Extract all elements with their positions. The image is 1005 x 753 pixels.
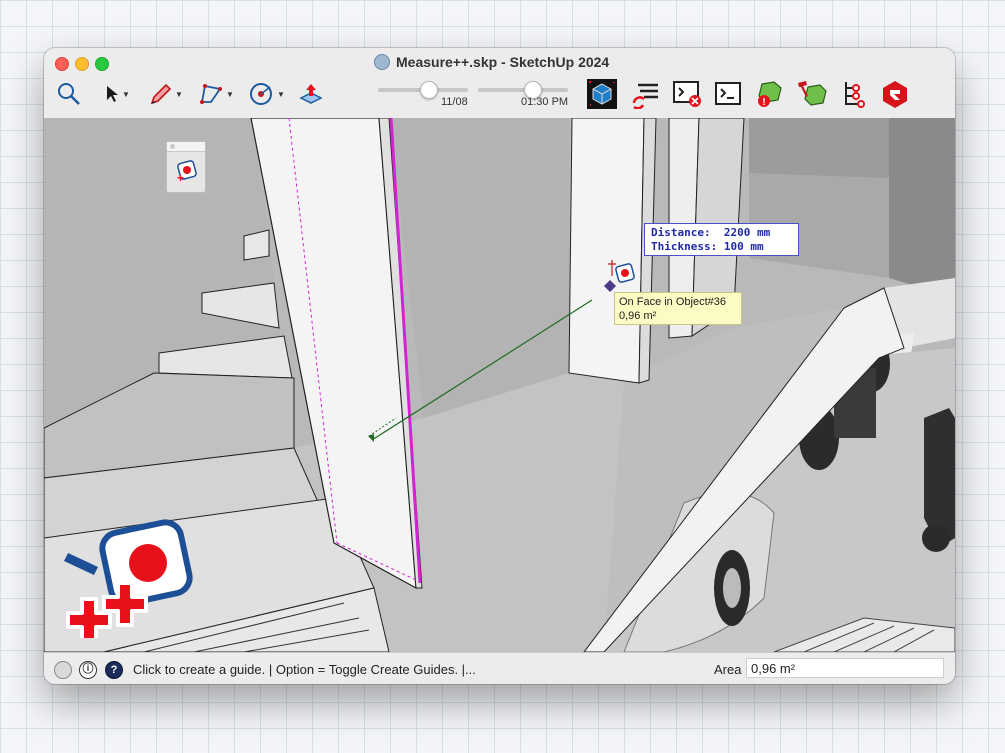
status-message: Click to create a guide. | Option = Togg… <box>133 662 476 677</box>
measure-tool-icon[interactable]: + <box>167 152 203 190</box>
close-icon[interactable] <box>170 144 175 149</box>
geo-location-icon[interactable] <box>54 661 72 679</box>
chevron-down-icon: ▼ <box>122 89 130 99</box>
window-title-group: Measure++.skp - SketchUp 2024 <box>374 52 609 72</box>
magnifier-icon <box>58 83 80 105</box>
arc-icon <box>200 84 223 104</box>
select-tool-button[interactable]: ▼ <box>99 78 135 110</box>
push-pull-icon <box>299 84 323 104</box>
pencil-icon <box>150 83 172 105</box>
tool-palette[interactable]: + <box>166 141 206 193</box>
pencil-tool-button[interactable]: ▼ <box>147 78 185 110</box>
hammer-cube-icon <box>798 81 827 106</box>
tree-nodes-button[interactable] <box>836 78 870 110</box>
chevron-down-icon: ▼ <box>175 89 183 99</box>
tooltip-line-1: On Face in Object#36 <box>619 296 727 308</box>
window-title: Measure++.skp - SketchUp 2024 <box>396 54 610 70</box>
search-tool-button[interactable] <box>54 78 84 110</box>
thickness-value: 100 mm <box>723 240 764 253</box>
ruby-gem-icon <box>883 81 907 108</box>
help-icon[interactable]: ? <box>105 661 123 679</box>
3d-cube-button[interactable] <box>585 78 619 110</box>
ruby-gem-button[interactable] <box>878 78 912 110</box>
thickness-label: Thickness: <box>651 240 718 253</box>
target-icon <box>250 83 273 105</box>
minimize-window-button[interactable] <box>75 57 89 71</box>
area-label: Area <box>714 662 742 677</box>
model-viewport[interactable]: + Distance: 2200 mm Thickness: 100 mm On… <box>44 118 955 652</box>
title-bar: Measure++.skp - SketchUp 2024 ▼ ▼ ▼ ▼ 11… <box>44 48 955 118</box>
cube-warning-button[interactable]: ! <box>752 78 786 110</box>
ruby-console-button[interactable] <box>711 78 745 110</box>
console-error-icon <box>673 81 701 107</box>
measure-plus-plus-logo <box>64 519 193 638</box>
3d-cube-icon <box>587 79 617 109</box>
tool-palette-titlebar[interactable] <box>167 142 205 152</box>
date-slider-label: 11/08 <box>441 96 468 108</box>
console-error-button[interactable] <box>670 78 704 110</box>
zoom-window-button[interactable] <box>95 57 109 71</box>
document-icon <box>374 54 390 70</box>
tooltip-line-2: 0,96 m² <box>619 310 657 322</box>
close-window-button[interactable] <box>55 57 69 71</box>
hammer-cube-button[interactable] <box>794 78 830 110</box>
distance-value: 2200 mm <box>723 226 771 239</box>
cube-warning-icon: ! <box>758 81 782 108</box>
chevron-down-icon: ▼ <box>277 89 285 99</box>
measurements-box[interactable]: 0,96 m² <box>746 658 944 678</box>
layers-refresh-icon <box>632 83 658 109</box>
time-slider-label: 01:30 PM <box>521 96 569 108</box>
arrow-cursor-icon <box>107 86 119 102</box>
date-slider-knob[interactable] <box>419 81 438 99</box>
measurement-readout: Distance: 2200 mm Thickness: 100 mm <box>644 223 799 256</box>
status-bar: ⓘ ? Click to create a guide. | Option = … <box>44 652 955 684</box>
tree-nodes-icon <box>845 82 865 108</box>
circle-tool-button[interactable]: ▼ <box>247 78 287 110</box>
info-icon[interactable]: ⓘ <box>79 661 97 679</box>
date-slider[interactable] <box>378 81 468 99</box>
push-pull-tool-button[interactable] <box>295 78 327 110</box>
svg-text:!: ! <box>762 97 765 108</box>
chevron-down-icon: ▼ <box>226 89 234 99</box>
distance-label: Distance: <box>651 226 711 239</box>
arc-tool-button[interactable]: ▼ <box>196 78 236 110</box>
terminal-icon <box>715 82 741 105</box>
inference-tooltip: On Face in Object#36 0,96 m² <box>614 292 742 325</box>
app-window: Measure++.skp - SketchUp 2024 ▼ ▼ ▼ ▼ 11… <box>44 48 955 684</box>
time-slider[interactable] <box>478 81 568 99</box>
layers-refresh-button[interactable] <box>628 78 662 110</box>
svg-text:+: + <box>177 171 184 185</box>
